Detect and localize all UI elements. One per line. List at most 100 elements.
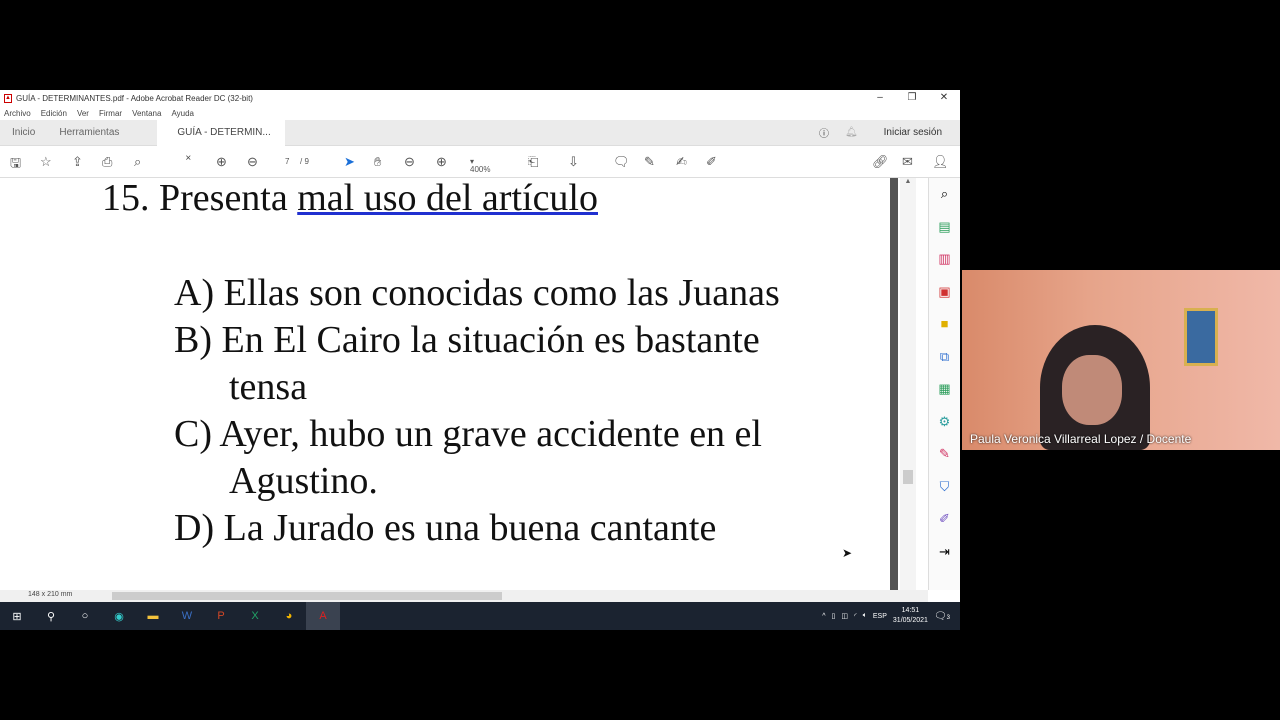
search-zoom-icon[interactable]: ⌕ bbox=[134, 154, 141, 170]
language-indicator[interactable]: ESP bbox=[873, 613, 887, 620]
expand-panel-icon[interactable]: ⇥ bbox=[929, 536, 960, 569]
acrobat-window: ▲ GUÍA - DETERMINANTES.pdf - Adobe Acrob… bbox=[0, 90, 960, 630]
sign-in-button[interactable]: Iniciar sesión bbox=[884, 127, 942, 138]
taskbar: ⊞ ⚲ ○ ◉ ▬ W P X ◕ A ^ ▯ ◫ ◜ 🔈︎ ESP 14:51… bbox=[0, 602, 960, 630]
sign-icon[interactable]: ✍︎ bbox=[676, 154, 687, 170]
zoom-out-icon[interactable]: ⊖ bbox=[404, 154, 415, 170]
save-icon[interactable]: 🖫 bbox=[10, 154, 21, 176]
menu-ventana[interactable]: Ventana bbox=[132, 109, 161, 118]
toolbar: 🖫 ☆ ⇪ ⎙ ⌕ ⊕ ⊖ 7 / 9 ➤ ✋︎ ⊖ ⊕ 400% ▾ ⎗ ⇩ … bbox=[0, 146, 960, 178]
right-tools-panel: ⌕ ▤ ▥ ▣ ■ ⧉ ▦ ⚙ ✎ ⛉ ✐ ⇥ bbox=[928, 178, 960, 590]
horizontal-scrollbar[interactable]: 148 x 210 mm bbox=[0, 590, 928, 602]
question-text: 15. Presenta bbox=[102, 178, 298, 219]
menu-edicion[interactable]: Edición bbox=[41, 109, 67, 118]
compress-icon[interactable]: ▦ bbox=[929, 373, 960, 406]
add-user-icon[interactable]: 👤︎ bbox=[932, 154, 949, 170]
highlight-icon[interactable]: ✎ bbox=[644, 154, 655, 170]
zoom-tool-icon[interactable]: ⌕ bbox=[929, 178, 960, 211]
tray-chevron-icon[interactable]: ^ bbox=[822, 613, 825, 620]
scan-icon[interactable]: ⚙ bbox=[929, 406, 960, 439]
title-bar: ▲ GUÍA - DETERMINANTES.pdf - Adobe Acrob… bbox=[0, 90, 960, 106]
option-a: A) Ellas son conocidas como las Juanas bbox=[174, 272, 780, 314]
page-edge bbox=[890, 178, 898, 590]
h-scroll-thumb[interactable] bbox=[112, 592, 502, 600]
cortana-icon[interactable]: ○ bbox=[68, 610, 102, 622]
question-underlined: mal uso del artículo bbox=[297, 178, 598, 219]
powerpoint-icon[interactable]: P bbox=[204, 610, 238, 622]
notifications-icon[interactable]: 🗨︎3 bbox=[934, 611, 950, 622]
menu-bar: Archivo Edición Ver Firmar Ventana Ayuda bbox=[0, 106, 960, 120]
word-icon[interactable]: W bbox=[170, 610, 204, 622]
upload-icon[interactable]: ⇪ bbox=[72, 154, 83, 170]
question-heading: 15. Presenta mal uso del artículo bbox=[102, 178, 598, 220]
video-tile: Paula Veronica Villarreal Lopez / Docent… bbox=[962, 270, 1280, 450]
email-icon[interactable]: ✉ bbox=[902, 154, 913, 170]
protect-icon[interactable]: ⛉ bbox=[929, 471, 960, 504]
page-up-icon[interactable]: ⊕ bbox=[216, 154, 227, 170]
option-b-cont: tensa bbox=[229, 366, 308, 408]
volume-icon[interactable]: 🔈︎ bbox=[863, 612, 867, 620]
scroll-mode-icon[interactable]: ⇩ bbox=[568, 154, 579, 170]
edit-icon[interactable]: ✐ bbox=[929, 503, 960, 536]
page-down-icon[interactable]: ⊖ bbox=[247, 154, 258, 170]
start-icon[interactable]: ⊞ bbox=[0, 610, 34, 623]
comment-icon[interactable]: 🗨︎ bbox=[613, 154, 630, 170]
zoom-in-icon[interactable]: ⊕ bbox=[436, 154, 447, 170]
menu-archivo[interactable]: Archivo bbox=[4, 109, 31, 118]
tab-inicio[interactable]: Inicio bbox=[0, 127, 47, 138]
tab-herramientas[interactable]: Herramientas bbox=[47, 127, 131, 138]
participant-name: Paula Veronica Villarreal Lopez / Docent… bbox=[970, 432, 1192, 446]
pdf-page: 15. Presenta mal uso del artículo A) Ell… bbox=[12, 178, 890, 590]
page-total: / 9 bbox=[300, 157, 309, 166]
tab-document-label: GUÍA - DETERMIN... bbox=[177, 126, 271, 138]
search-icon[interactable]: ⚲ bbox=[34, 610, 68, 623]
vertical-scrollbar[interactable]: ▲ bbox=[900, 178, 916, 590]
menu-firmar[interactable]: Firmar bbox=[99, 109, 122, 118]
option-d: D) La Jurado es una buena cantante bbox=[174, 507, 717, 549]
help-icon[interactable]: ⓘ bbox=[819, 125, 829, 140]
acrobat-icon[interactable]: A bbox=[306, 602, 340, 630]
pdf-icon: ▲ bbox=[4, 93, 12, 103]
zoom-select[interactable]: 400% ▾ bbox=[470, 157, 490, 174]
close-button[interactable]: ✕ bbox=[928, 90, 960, 106]
window-title: GUÍA - DETERMINANTES.pdf - Adobe Acrobat… bbox=[16, 93, 253, 103]
comment-tool-icon[interactable]: ■ bbox=[929, 308, 960, 341]
page-number-input[interactable]: 7 bbox=[285, 157, 289, 166]
fill-sign-icon[interactable]: ✐ bbox=[706, 154, 717, 170]
option-b: B) En El Cairo la situación es bastante bbox=[174, 319, 760, 361]
organize-pages-icon[interactable]: ▥ bbox=[929, 243, 960, 276]
star-icon[interactable]: ☆ bbox=[40, 154, 52, 170]
menu-ver[interactable]: Ver bbox=[77, 109, 89, 118]
fit-page-icon[interactable]: ⎗ bbox=[528, 154, 538, 170]
clock[interactable]: 14:51 31/05/2021 bbox=[893, 606, 928, 626]
option-c: C) Ayer, hubo un grave accidente en el bbox=[174, 413, 762, 455]
network-icon[interactable]: ◫ bbox=[841, 612, 848, 620]
minimize-button[interactable]: – bbox=[864, 90, 896, 106]
option-c-cont: Agustino. bbox=[229, 460, 378, 502]
bell-icon[interactable]: 🔔︎ bbox=[845, 127, 858, 138]
share-link-icon[interactable]: 🔗︎ bbox=[872, 154, 889, 170]
tab-bar: Inicio Herramientas GUÍA - DETERMIN... ×… bbox=[0, 119, 960, 164]
battery-icon[interactable]: ▯ bbox=[831, 612, 835, 620]
wifi-icon[interactable]: ◜ bbox=[854, 612, 857, 620]
print-icon[interactable]: ⎙ bbox=[102, 154, 112, 170]
page-size: 148 x 210 mm bbox=[28, 591, 73, 598]
explorer-icon[interactable]: ▬ bbox=[136, 610, 170, 622]
tab-document[interactable]: GUÍA - DETERMIN... × bbox=[157, 119, 286, 164]
restore-button[interactable]: ❐ bbox=[896, 90, 928, 106]
menu-ayuda[interactable]: Ayuda bbox=[171, 109, 194, 118]
excel-icon[interactable]: X bbox=[238, 610, 272, 622]
fill-sign-tool-icon[interactable]: ✎ bbox=[929, 438, 960, 471]
create-pdf-icon[interactable]: ▣ bbox=[929, 276, 960, 309]
mouse-cursor: ➤ bbox=[842, 546, 853, 560]
combine-icon[interactable]: ⧉ bbox=[929, 341, 960, 374]
select-tool-icon[interactable]: ➤ bbox=[344, 154, 355, 170]
export-pdf-icon[interactable]: ▤ bbox=[929, 211, 960, 244]
edge-icon[interactable]: ◉ bbox=[102, 610, 136, 623]
chrome-icon[interactable]: ◕ bbox=[272, 610, 306, 622]
participant-face bbox=[1062, 355, 1122, 425]
hand-tool-icon[interactable]: ✋︎ bbox=[374, 154, 381, 170]
scroll-thumb[interactable] bbox=[903, 470, 913, 484]
zoom-value: 400% bbox=[470, 165, 491, 174]
wall-picture bbox=[1184, 308, 1218, 366]
